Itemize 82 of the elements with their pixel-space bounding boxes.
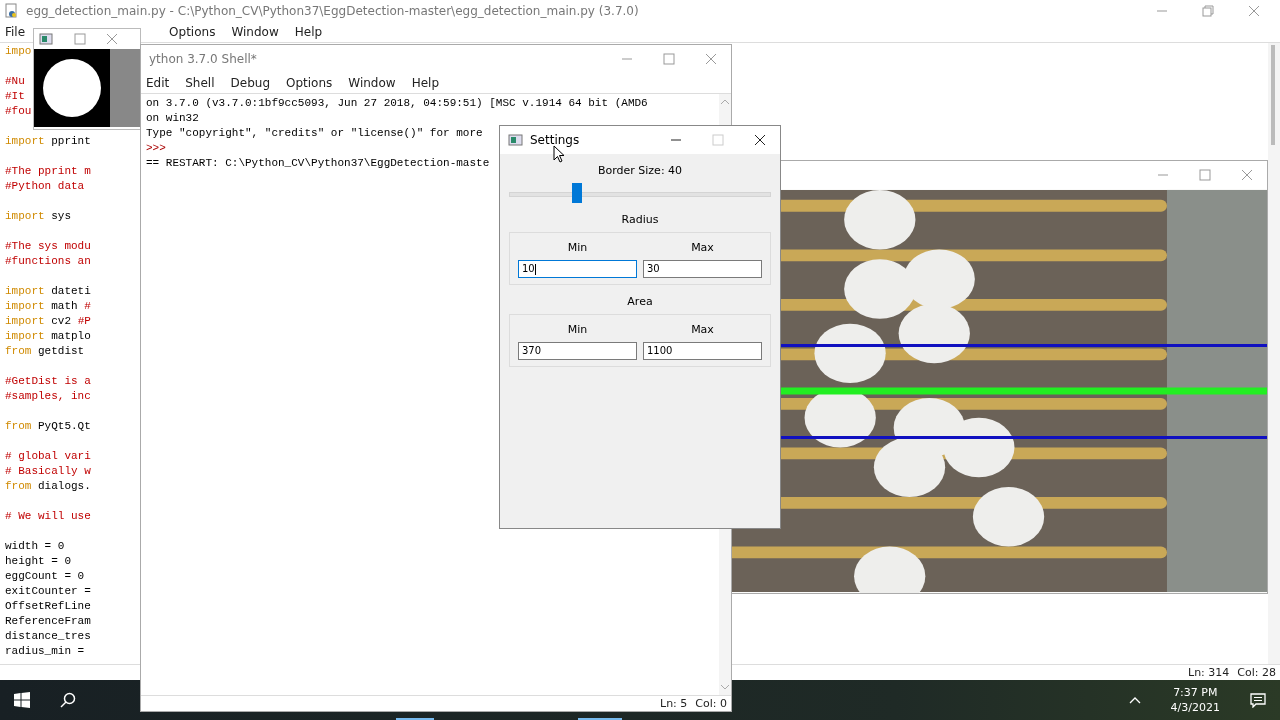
window-icon [38, 33, 54, 45]
window-title: Settings [530, 133, 580, 147]
code-line: from getdist [5, 344, 85, 359]
python-file-icon [4, 3, 20, 19]
chevron-up-icon[interactable] [1128, 696, 1141, 704]
code-line: #samples, inc [5, 389, 91, 404]
maximize-icon[interactable] [1199, 169, 1211, 181]
column-number-status: Col: 0 [695, 697, 727, 710]
scroll-down-icon[interactable] [720, 683, 730, 691]
code-line: #Nu [5, 74, 25, 89]
maximize-icon [712, 134, 724, 146]
windows-start-icon[interactable] [14, 692, 30, 708]
code-line: #functions an [5, 254, 91, 269]
menu-item[interactable]: Options [286, 76, 333, 90]
code-line: import math # [5, 299, 91, 314]
close-icon[interactable] [754, 134, 766, 146]
code-line: #The sys modu [5, 239, 91, 254]
group-title: Area [626, 295, 654, 308]
shell-prompt: >>> [146, 141, 166, 156]
code-line: import matplo [5, 329, 91, 344]
shell-output-line: on 3.7.0 (v3.7.0:1bf9cc5093, Jun 27 2018, 04:59:51) [MSC v.1914 64 bit (AMD6 [146, 96, 648, 111]
menu-item[interactable]: Edit [146, 76, 170, 90]
code-line: # Basically w [5, 464, 91, 479]
restore-icon[interactable] [1202, 5, 1214, 17]
window-title: ython 3.7.0 Shell* [149, 52, 257, 66]
menu-item[interactable]: Debug [230, 76, 270, 90]
menu-item[interactable]: Help [294, 25, 323, 39]
shell-output-line: == RESTART: C:\Python_CV\Python37\EggDetection-maste [146, 156, 490, 171]
menu-item[interactable]: Options [169, 25, 216, 39]
code-line: exitCounter = [5, 584, 91, 599]
border-size-slider[interactable] [509, 183, 771, 203]
code-line: distance_tres [5, 629, 91, 644]
code-line: radius_min = [5, 644, 85, 659]
search-icon[interactable] [60, 692, 76, 708]
field-label: Max [691, 241, 714, 254]
group-title: Radius [620, 213, 660, 226]
code-line: import cv2 #P [5, 314, 91, 329]
code-line: #GetDist is a [5, 374, 91, 389]
code-line: ReferenceFram [5, 614, 91, 629]
window-icon [508, 134, 524, 146]
code-line: #It [5, 89, 25, 104]
input-field[interactable]: 370 [518, 342, 637, 360]
input-field[interactable]: 1100 [643, 342, 762, 360]
maximize-icon[interactable] [663, 53, 675, 65]
shell-output-line: Type "copyright", "credits" or "license()" for more [146, 126, 483, 141]
code-line: OffsetRefLine [5, 599, 91, 614]
code-line: from PyQt5.Qt [5, 419, 91, 434]
code-line: #Python data [5, 179, 85, 194]
code-line: # global vari [5, 449, 91, 464]
line-number-status: Ln: 5 [660, 697, 688, 710]
field-label: Min [567, 323, 588, 336]
menu-item[interactable]: File [5, 25, 26, 39]
code-line: impo [5, 44, 32, 59]
code-line: #fou [5, 104, 32, 119]
menu-item[interactable]: Window [231, 25, 279, 39]
code-line: # We will use [5, 509, 91, 524]
input-field[interactable]: 30 [643, 260, 762, 278]
input-field[interactable]: 10 [518, 260, 637, 278]
shell-output-line: on win32 [146, 111, 199, 126]
menu-item[interactable]: Window [348, 76, 396, 90]
maximize-icon[interactable] [74, 33, 86, 45]
code-line: width = 0 [5, 539, 65, 554]
code-line: #The pprint m [5, 164, 91, 179]
column-number-status: Col: 28 [1237, 666, 1276, 679]
window-title: egg_detection_main.py - C:\Python_CV\Python37\EggDetection-master\egg_detection_main.py (3.7.0) [26, 4, 639, 18]
code-line: import sys [5, 209, 71, 224]
field-label: Max [691, 323, 714, 336]
code-line: import dateti [5, 284, 91, 299]
line-number-status: Ln: 314 [1188, 666, 1230, 679]
menu-item[interactable]: Shell [185, 76, 215, 90]
notification-icon[interactable] [1250, 692, 1266, 708]
border-size-label: Border Size: 40 [596, 164, 684, 177]
code-line: import pprint [5, 134, 91, 149]
code-line: height = 0 [5, 554, 71, 569]
clock-time[interactable]: 7:37 PM [1173, 685, 1218, 700]
field-label: Min [567, 241, 588, 254]
scroll-up-icon[interactable] [720, 98, 730, 106]
menu-item[interactable]: Help [411, 76, 439, 90]
scrollbar[interactable] [1268, 43, 1280, 664]
code-line: eggCount = 0 [5, 569, 85, 584]
clock-date[interactable]: 4/3/2021 [1170, 700, 1220, 715]
code-line: from dialogs. [5, 479, 91, 494]
